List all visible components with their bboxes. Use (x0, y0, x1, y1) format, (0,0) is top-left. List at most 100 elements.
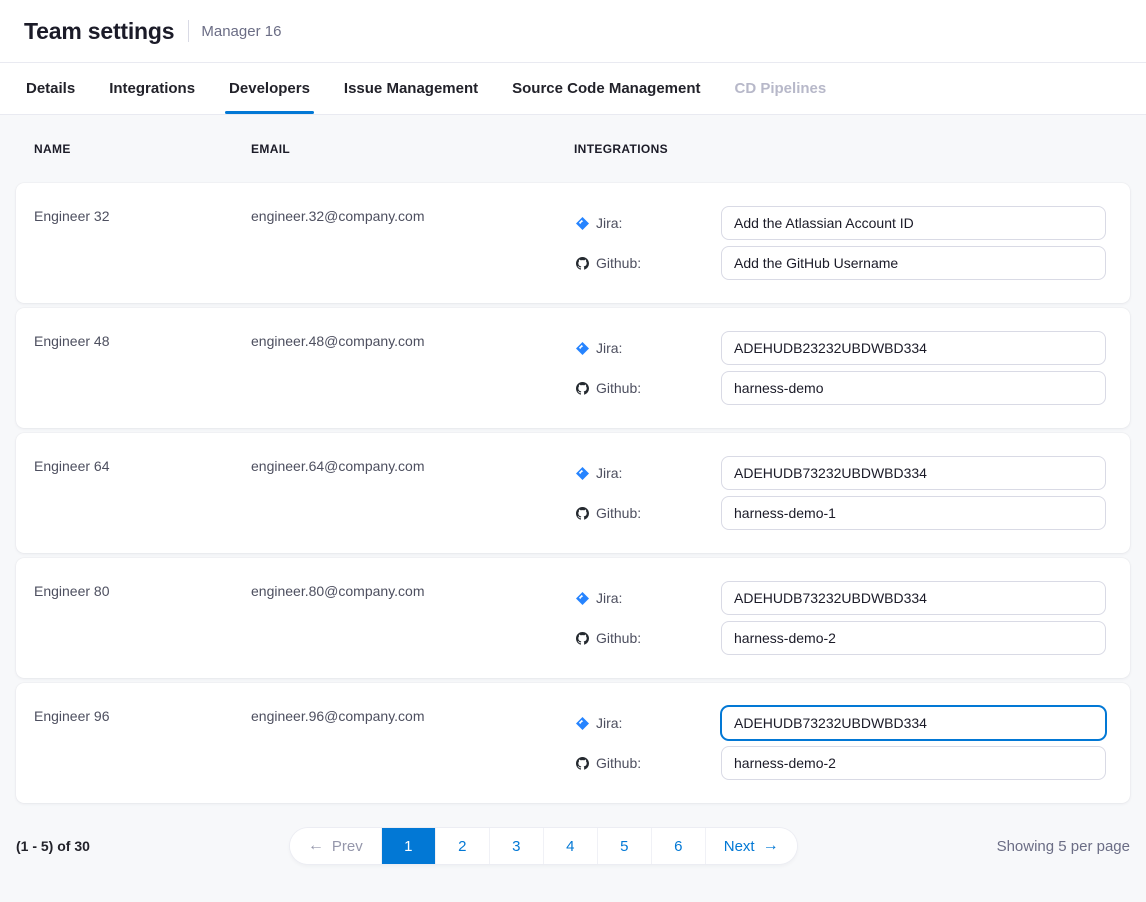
developer-name: Engineer 96 (34, 683, 251, 803)
title-divider (188, 20, 189, 42)
jira-label-text: Jira: (596, 590, 622, 606)
jira-icon (576, 592, 589, 605)
jira-integration-line: Jira: (574, 706, 1106, 740)
jira-label-text: Jira: (596, 715, 622, 731)
jira-integration-line: Jira: (574, 331, 1106, 365)
developer-name: Engineer 80 (34, 558, 251, 678)
tab-source-code-management[interactable]: Source Code Management (510, 63, 702, 114)
developer-row: Engineer 96 engineer.96@company.com Jira… (16, 683, 1130, 803)
developer-rows: Engineer 32 engineer.32@company.com Jira… (16, 183, 1130, 803)
github-label: Github: (574, 380, 721, 396)
github-integration-line: Github: (574, 621, 1106, 655)
github-integration-line: Github: (574, 246, 1106, 280)
github-username-input[interactable] (721, 621, 1106, 655)
github-label: Github: (574, 505, 721, 521)
jira-label: Jira: (574, 465, 721, 481)
page-title: Team settings (24, 18, 174, 45)
next-page-button[interactable]: Next→ (705, 828, 797, 864)
jira-account-id-input[interactable] (721, 456, 1106, 490)
github-label-text: Github: (596, 255, 641, 271)
prev-arrow-icon: ← (308, 838, 324, 854)
github-label: Github: (574, 630, 721, 646)
developer-integrations: Jira: Github: (574, 558, 1106, 678)
pagination-range: (1 - 5) of 30 (16, 838, 90, 854)
developer-email: engineer.64@company.com (251, 433, 574, 553)
table-header-row: NAMEEMAILINTEGRATIONS (16, 115, 1130, 183)
page-header: Team settings Manager 16 (0, 0, 1146, 62)
github-integration-line: Github: (574, 496, 1106, 530)
github-username-input[interactable] (721, 371, 1106, 405)
developer-row: Engineer 32 engineer.32@company.com Jira… (16, 183, 1130, 303)
jira-label-text: Jira: (596, 215, 622, 231)
jira-integration-line: Jira: (574, 206, 1106, 240)
column-header-integrations: INTEGRATIONS (574, 142, 1112, 156)
next-arrow-icon: → (763, 838, 779, 854)
pagination-row: (1 - 5) of 30 ←Prev123456Next→ Showing 5… (16, 828, 1130, 864)
developer-name: Engineer 32 (34, 183, 251, 303)
developer-integrations: Jira: Github: (574, 308, 1106, 428)
developer-integrations: Jira: Github: (574, 183, 1106, 303)
developers-panel: NAMEEMAILINTEGRATIONS Engineer 32 engine… (0, 115, 1146, 902)
developer-name: Engineer 64 (34, 433, 251, 553)
tab-integrations[interactable]: Integrations (107, 63, 197, 114)
github-label-text: Github: (596, 505, 641, 521)
jira-label-text: Jira: (596, 340, 622, 356)
github-icon (576, 757, 589, 770)
tab-details[interactable]: Details (24, 63, 77, 114)
developer-integrations: Jira: Github: (574, 683, 1106, 803)
column-header-email: EMAIL (251, 142, 574, 156)
github-label: Github: (574, 255, 721, 271)
page-button-3[interactable]: 3 (489, 828, 543, 864)
jira-integration-line: Jira: (574, 581, 1106, 615)
developer-email: engineer.48@company.com (251, 308, 574, 428)
column-header-name: NAME (34, 142, 251, 156)
jira-label: Jira: (574, 340, 721, 356)
jira-label: Jira: (574, 715, 721, 731)
page-button-5[interactable]: 5 (597, 828, 651, 864)
developer-name: Engineer 48 (34, 308, 251, 428)
github-username-input[interactable] (721, 496, 1106, 530)
jira-icon (576, 717, 589, 730)
pager: ←Prev123456Next→ (290, 828, 797, 864)
developer-integrations: Jira: Github: (574, 433, 1106, 553)
manager-name: Manager 16 (201, 23, 281, 40)
developer-email: engineer.96@company.com (251, 683, 574, 803)
github-label-text: Github: (596, 380, 641, 396)
developer-email: engineer.32@company.com (251, 183, 574, 303)
github-icon (576, 632, 589, 645)
tab-cd-pipelines: CD Pipelines (733, 63, 829, 114)
developer-row: Engineer 64 engineer.64@company.com Jira… (16, 433, 1130, 553)
jira-account-id-input[interactable] (721, 581, 1106, 615)
developer-row: Engineer 80 engineer.80@company.com Jira… (16, 558, 1130, 678)
page-button-4[interactable]: 4 (543, 828, 597, 864)
tab-issue-management[interactable]: Issue Management (342, 63, 480, 114)
developer-email: engineer.80@company.com (251, 558, 574, 678)
github-label-text: Github: (596, 755, 641, 771)
jira-account-id-input[interactable] (721, 706, 1106, 740)
jira-account-id-input[interactable] (721, 206, 1106, 240)
jira-label: Jira: (574, 590, 721, 606)
jira-account-id-input[interactable] (721, 331, 1106, 365)
github-username-input[interactable] (721, 746, 1106, 780)
tab-bar: Details Integrations Developers Issue Manag… (0, 62, 1146, 115)
jira-label-text: Jira: (596, 465, 622, 481)
jira-integration-line: Jira: (574, 456, 1106, 490)
page-button-1[interactable]: 1 (381, 828, 435, 864)
page-button-6[interactable]: 6 (651, 828, 705, 864)
jira-icon (576, 467, 589, 480)
tab-developers[interactable]: Developers (227, 63, 312, 114)
developer-row: Engineer 48 engineer.48@company.com Jira… (16, 308, 1130, 428)
prev-page-button: ←Prev (290, 828, 381, 864)
jira-label: Jira: (574, 215, 721, 231)
github-icon (576, 382, 589, 395)
github-integration-line: Github: (574, 371, 1106, 405)
jira-icon (576, 217, 589, 230)
github-integration-line: Github: (574, 746, 1106, 780)
github-label-text: Github: (596, 630, 641, 646)
github-label: Github: (574, 755, 721, 771)
github-username-input[interactable] (721, 246, 1106, 280)
page-button-2[interactable]: 2 (435, 828, 489, 864)
per-page-label: Showing 5 per page (997, 838, 1130, 855)
github-icon (576, 507, 589, 520)
jira-icon (576, 342, 589, 355)
